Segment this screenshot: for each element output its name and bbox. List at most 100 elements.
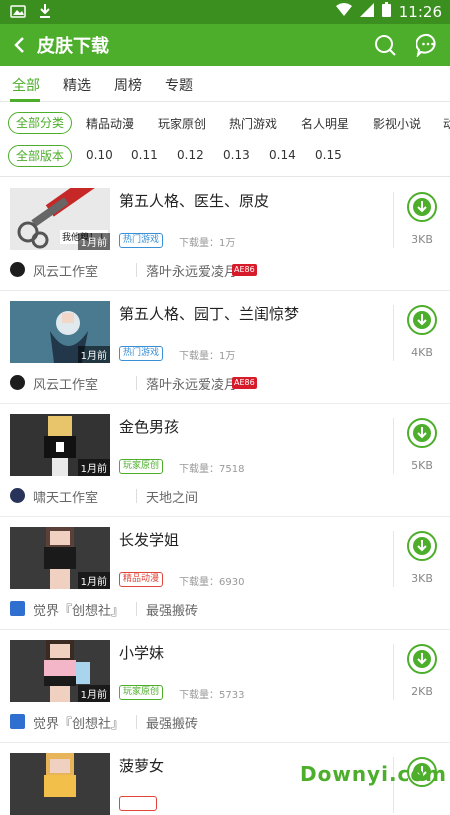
active-tab-indicator bbox=[10, 99, 40, 102]
skin-thumbnail: 1月前 bbox=[10, 414, 110, 476]
author-row: 觉界『创想社』 最强搬砖 bbox=[10, 599, 440, 619]
studio-avatar bbox=[10, 714, 25, 729]
category-option[interactable]: 动 bbox=[443, 115, 450, 132]
skin-list-item[interactable]: 1月前 小学妹 玩家原创 下载量：5733 2KB 觉界『创想社』 最强搬砖 bbox=[0, 630, 450, 743]
version-option[interactable]: 0.10 bbox=[86, 148, 113, 162]
category-tag: 热门游戏 bbox=[119, 233, 164, 248]
uploader-name[interactable]: 最强搬砖 bbox=[146, 713, 198, 732]
download-icon[interactable] bbox=[407, 305, 437, 335]
tab-all[interactable]: 全部 bbox=[12, 75, 40, 95]
tab-featured[interactable]: 精选 bbox=[63, 75, 91, 95]
download-count: 下载量：1万 bbox=[179, 238, 236, 249]
page-title: 皮肤下载 bbox=[37, 36, 109, 57]
message-icon[interactable] bbox=[415, 33, 440, 59]
time-ago-label: 1月前 bbox=[77, 572, 110, 589]
skin-list-item[interactable]: 我他糗！↓ 1月前 第五人格、医生、原皮 热门游戏 下载量：1万 3KB 风云工… bbox=[0, 178, 450, 291]
category-option[interactable]: 热门游戏 bbox=[229, 115, 277, 132]
file-size: 4KB bbox=[411, 346, 433, 359]
time-ago-label: 1月前 bbox=[77, 459, 110, 476]
download-icon[interactable] bbox=[407, 192, 437, 222]
category-option[interactable]: 精品动漫 bbox=[86, 115, 134, 132]
category-option[interactable]: 玩家原创 bbox=[158, 115, 206, 132]
download-icon[interactable] bbox=[407, 418, 437, 448]
tab-topics[interactable]: 专题 bbox=[165, 75, 193, 95]
divider bbox=[393, 418, 394, 474]
divider bbox=[393, 305, 394, 361]
uploader-name[interactable]: 天地之间 bbox=[146, 487, 198, 506]
file-size: 3KB bbox=[411, 572, 433, 585]
studio-name[interactable]: 啸天工作室 bbox=[33, 487, 98, 506]
skin-thumbnail: 1月前 bbox=[10, 301, 110, 363]
category-tag: 玩家原创 bbox=[119, 459, 164, 474]
studio-name[interactable]: 觉界『创想社』 bbox=[33, 600, 124, 619]
skin-title: 金色男孩 bbox=[119, 418, 180, 436]
divider bbox=[393, 192, 394, 248]
studio-avatar bbox=[10, 488, 25, 503]
file-size: 2KB bbox=[411, 685, 433, 698]
tab-bar: 全部 精选 周榜 专题 bbox=[0, 66, 450, 102]
studio-name[interactable]: 风云工作室 bbox=[33, 261, 98, 280]
skin-list-item[interactable]: 1月前 第五人格、园丁、兰闺惊梦 热门游戏 下载量：1万 4KB 风云工作室 落… bbox=[0, 291, 450, 404]
version-option[interactable]: 0.15 bbox=[315, 148, 342, 162]
time-ago-label: 1月前 bbox=[77, 346, 110, 363]
download-count: 下载量：1万 bbox=[179, 351, 236, 362]
file-size: 5KB bbox=[411, 459, 433, 472]
time-ago-label: 1月前 bbox=[77, 685, 110, 702]
signal-icon bbox=[359, 2, 374, 21]
author-row: 觉界『创想社』 最强搬砖 bbox=[10, 712, 440, 732]
user-badge: AE86 bbox=[232, 377, 257, 389]
studio-avatar bbox=[10, 375, 25, 390]
search-icon[interactable] bbox=[373, 33, 397, 57]
tab-weekly[interactable]: 周榜 bbox=[114, 75, 142, 95]
version-option[interactable]: 0.12 bbox=[177, 148, 204, 162]
divider bbox=[136, 263, 137, 277]
category-option[interactable]: 名人明星 bbox=[301, 115, 349, 132]
skin-list-item[interactable]: 1月前 金色男孩 玩家原创 下载量：7518 5KB 啸天工作室 天地之间 bbox=[0, 404, 450, 517]
author-row: 风云工作室 落叶永远爱凌月♡ AE86 bbox=[10, 260, 440, 280]
version-option[interactable]: 0.14 bbox=[269, 148, 296, 162]
file-size: 3KB bbox=[411, 233, 433, 246]
skin-thumbnail bbox=[10, 753, 110, 815]
divider bbox=[393, 531, 394, 587]
status-bar: 11:26 bbox=[0, 0, 450, 24]
divider bbox=[0, 176, 450, 177]
download-icon[interactable] bbox=[407, 531, 437, 561]
category-tag: 热门游戏 bbox=[119, 346, 164, 361]
skin-thumbnail: 我他糗！↓ 1月前 bbox=[10, 188, 110, 250]
download-count: 下载量：7518 bbox=[179, 464, 245, 475]
category-option[interactable]: 影视小说 bbox=[373, 115, 421, 132]
studio-name[interactable]: 觉界『创想社』 bbox=[33, 713, 124, 732]
clock: 11:26 bbox=[398, 2, 442, 21]
skin-title: 小学妹 bbox=[119, 644, 165, 662]
category-filter-row: 全部分类 精品动漫 玩家原创 热门游戏 名人明星 影视小说 动 bbox=[0, 106, 450, 140]
studio-avatar bbox=[10, 601, 25, 616]
watermark: Downyi.com bbox=[300, 762, 447, 786]
skin-title: 第五人格、医生、原皮 bbox=[119, 192, 270, 210]
category-tag: 精品动漫 bbox=[119, 572, 164, 587]
version-option[interactable]: 0.13 bbox=[223, 148, 250, 162]
back-arrow-icon[interactable] bbox=[10, 33, 32, 57]
download-icon[interactable] bbox=[407, 644, 437, 674]
download-status-icon bbox=[38, 3, 52, 23]
author-row: 啸天工作室 天地之间 bbox=[10, 486, 440, 506]
wifi-icon bbox=[335, 2, 352, 21]
divider bbox=[136, 489, 137, 503]
divider bbox=[136, 715, 137, 729]
skin-thumbnail: 1月前 bbox=[10, 640, 110, 702]
category-chip-selected[interactable]: 全部分类 bbox=[8, 112, 73, 134]
version-chip-selected[interactable]: 全部版本 bbox=[8, 145, 73, 167]
version-filter-row: 全部版本 0.10 0.11 0.12 0.13 0.14 0.15 bbox=[0, 139, 450, 173]
author-row: 风云工作室 落叶永远爱凌月♡ AE86 bbox=[10, 373, 440, 393]
download-count: 下载量：6930 bbox=[179, 577, 245, 588]
skin-title: 长发学姐 bbox=[119, 531, 180, 549]
time-ago-label: 1月前 bbox=[77, 233, 110, 250]
app-bar: 皮肤下载 bbox=[0, 24, 450, 66]
uploader-name[interactable]: 最强搬砖 bbox=[146, 600, 198, 619]
download-count: 下载量：5733 bbox=[179, 690, 245, 701]
skin-list-item[interactable]: 1月前 长发学姐 精品动漫 下载量：6930 3KB 觉界『创想社』 最强搬砖 bbox=[0, 517, 450, 630]
studio-name[interactable]: 风云工作室 bbox=[33, 374, 98, 393]
category-tag bbox=[119, 796, 157, 811]
version-option[interactable]: 0.11 bbox=[131, 148, 158, 162]
battery-icon bbox=[381, 2, 391, 21]
skin-title: 第五人格、园丁、兰闺惊梦 bbox=[119, 305, 300, 323]
